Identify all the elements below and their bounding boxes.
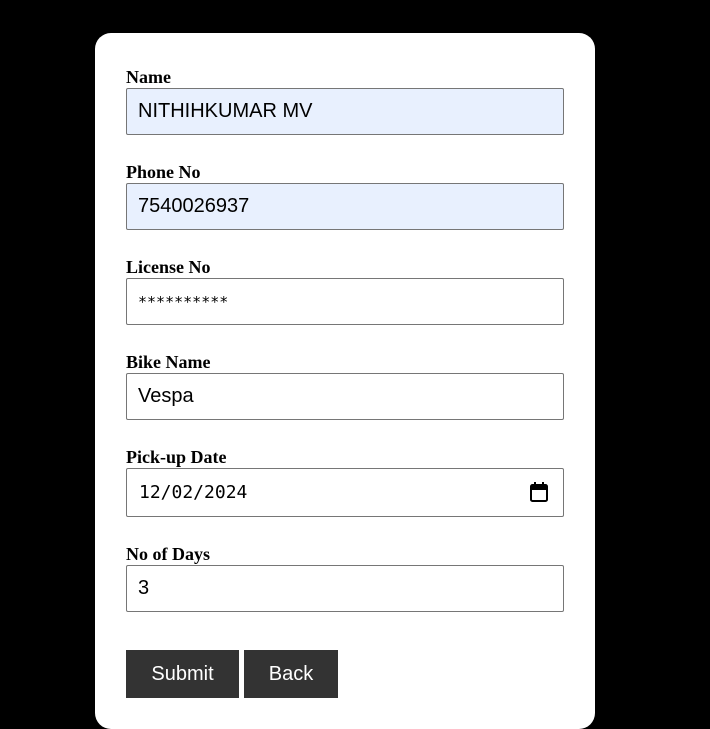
pickup-date-input[interactable]: 12/02/2024 xyxy=(126,468,564,517)
pickup-date-value: 12/02/2024 xyxy=(139,482,248,503)
back-button[interactable]: Back xyxy=(244,650,338,698)
pickup-date-label: Pick-up Date xyxy=(126,447,227,467)
name-label: Name xyxy=(126,67,171,87)
submit-button[interactable]: Submit xyxy=(126,650,239,698)
booking-form-card: Name Phone No License No Bike Name Pick-… xyxy=(95,33,595,729)
license-label: License No xyxy=(126,257,211,277)
days-label: No of Days xyxy=(126,544,210,564)
bike-name-label: Bike Name xyxy=(126,352,211,372)
license-input[interactable] xyxy=(126,278,564,325)
phone-input[interactable] xyxy=(126,183,564,230)
name-input[interactable] xyxy=(126,88,564,135)
days-input[interactable] xyxy=(126,565,564,612)
phone-label: Phone No xyxy=(126,162,201,182)
calendar-icon[interactable] xyxy=(530,482,548,502)
bike-name-input[interactable] xyxy=(126,373,564,420)
